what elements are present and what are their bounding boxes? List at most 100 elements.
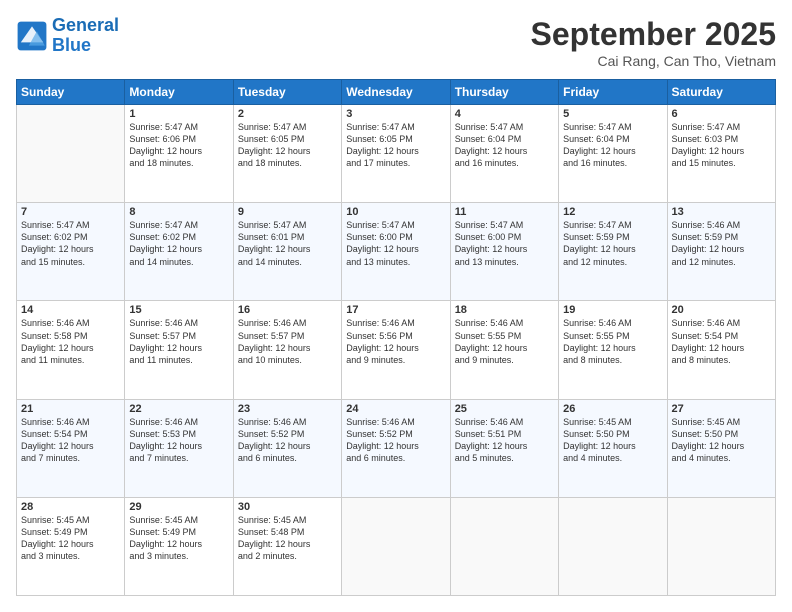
weekday-header-friday: Friday	[559, 80, 667, 105]
logo-general: General	[52, 15, 119, 35]
calendar-cell: 14Sunrise: 5:46 AMSunset: 5:58 PMDayligh…	[17, 301, 125, 399]
day-info: Sunrise: 5:46 AMSunset: 5:55 PMDaylight:…	[563, 317, 662, 366]
weekday-header-thursday: Thursday	[450, 80, 558, 105]
calendar-cell	[450, 497, 558, 595]
calendar-cell: 30Sunrise: 5:45 AMSunset: 5:48 PMDayligh…	[233, 497, 341, 595]
logo-text: General Blue	[52, 16, 119, 56]
day-number: 9	[238, 206, 337, 218]
day-number: 2	[238, 108, 337, 120]
day-info: Sunrise: 5:46 AMSunset: 5:57 PMDaylight:…	[129, 317, 228, 366]
day-number: 22	[129, 403, 228, 415]
day-info: Sunrise: 5:46 AMSunset: 5:59 PMDaylight:…	[672, 219, 771, 268]
day-number: 1	[129, 108, 228, 120]
day-info: Sunrise: 5:46 AMSunset: 5:53 PMDaylight:…	[129, 416, 228, 465]
logo-blue: Blue	[52, 35, 91, 55]
day-info: Sunrise: 5:46 AMSunset: 5:55 PMDaylight:…	[455, 317, 554, 366]
weekday-header-monday: Monday	[125, 80, 233, 105]
calendar-cell	[17, 105, 125, 203]
day-number: 8	[129, 206, 228, 218]
week-row-5: 28Sunrise: 5:45 AMSunset: 5:49 PMDayligh…	[17, 497, 776, 595]
day-number: 30	[238, 501, 337, 513]
calendar-cell: 15Sunrise: 5:46 AMSunset: 5:57 PMDayligh…	[125, 301, 233, 399]
day-info: Sunrise: 5:45 AMSunset: 5:48 PMDaylight:…	[238, 514, 337, 563]
day-number: 4	[455, 108, 554, 120]
calendar-cell: 28Sunrise: 5:45 AMSunset: 5:49 PMDayligh…	[17, 497, 125, 595]
month-title: September 2025	[531, 16, 776, 53]
day-info: Sunrise: 5:47 AMSunset: 6:05 PMDaylight:…	[238, 121, 337, 170]
calendar-cell: 9Sunrise: 5:47 AMSunset: 6:01 PMDaylight…	[233, 203, 341, 301]
day-number: 23	[238, 403, 337, 415]
header: General Blue September 2025 Cai Rang, Ca…	[16, 16, 776, 69]
day-number: 24	[346, 403, 445, 415]
day-info: Sunrise: 5:47 AMSunset: 6:00 PMDaylight:…	[346, 219, 445, 268]
day-info: Sunrise: 5:47 AMSunset: 6:04 PMDaylight:…	[455, 121, 554, 170]
calendar-cell: 20Sunrise: 5:46 AMSunset: 5:54 PMDayligh…	[667, 301, 775, 399]
location: Cai Rang, Can Tho, Vietnam	[531, 53, 776, 69]
day-number: 10	[346, 206, 445, 218]
day-info: Sunrise: 5:45 AMSunset: 5:49 PMDaylight:…	[129, 514, 228, 563]
day-number: 27	[672, 403, 771, 415]
page: General Blue September 2025 Cai Rang, Ca…	[0, 0, 792, 612]
week-row-3: 14Sunrise: 5:46 AMSunset: 5:58 PMDayligh…	[17, 301, 776, 399]
weekday-header-wednesday: Wednesday	[342, 80, 450, 105]
calendar-cell: 8Sunrise: 5:47 AMSunset: 6:02 PMDaylight…	[125, 203, 233, 301]
calendar-cell: 27Sunrise: 5:45 AMSunset: 5:50 PMDayligh…	[667, 399, 775, 497]
day-number: 13	[672, 206, 771, 218]
day-number: 18	[455, 304, 554, 316]
day-number: 20	[672, 304, 771, 316]
calendar-cell: 26Sunrise: 5:45 AMSunset: 5:50 PMDayligh…	[559, 399, 667, 497]
calendar-cell: 3Sunrise: 5:47 AMSunset: 6:05 PMDaylight…	[342, 105, 450, 203]
day-info: Sunrise: 5:47 AMSunset: 6:00 PMDaylight:…	[455, 219, 554, 268]
week-row-2: 7Sunrise: 5:47 AMSunset: 6:02 PMDaylight…	[17, 203, 776, 301]
day-info: Sunrise: 5:47 AMSunset: 6:02 PMDaylight:…	[21, 219, 120, 268]
calendar-cell: 17Sunrise: 5:46 AMSunset: 5:56 PMDayligh…	[342, 301, 450, 399]
day-info: Sunrise: 5:47 AMSunset: 6:03 PMDaylight:…	[672, 121, 771, 170]
day-info: Sunrise: 5:46 AMSunset: 5:56 PMDaylight:…	[346, 317, 445, 366]
calendar-cell	[559, 497, 667, 595]
day-info: Sunrise: 5:46 AMSunset: 5:58 PMDaylight:…	[21, 317, 120, 366]
weekday-header-sunday: Sunday	[17, 80, 125, 105]
calendar-table: SundayMondayTuesdayWednesdayThursdayFrid…	[16, 79, 776, 596]
calendar-cell: 13Sunrise: 5:46 AMSunset: 5:59 PMDayligh…	[667, 203, 775, 301]
day-number: 28	[21, 501, 120, 513]
calendar-cell: 19Sunrise: 5:46 AMSunset: 5:55 PMDayligh…	[559, 301, 667, 399]
calendar-cell: 1Sunrise: 5:47 AMSunset: 6:06 PMDaylight…	[125, 105, 233, 203]
day-info: Sunrise: 5:46 AMSunset: 5:57 PMDaylight:…	[238, 317, 337, 366]
calendar-cell: 5Sunrise: 5:47 AMSunset: 6:04 PMDaylight…	[559, 105, 667, 203]
day-number: 16	[238, 304, 337, 316]
day-number: 5	[563, 108, 662, 120]
day-number: 26	[563, 403, 662, 415]
calendar-cell: 16Sunrise: 5:46 AMSunset: 5:57 PMDayligh…	[233, 301, 341, 399]
day-info: Sunrise: 5:47 AMSunset: 5:59 PMDaylight:…	[563, 219, 662, 268]
day-info: Sunrise: 5:47 AMSunset: 6:06 PMDaylight:…	[129, 121, 228, 170]
day-number: 6	[672, 108, 771, 120]
day-info: Sunrise: 5:46 AMSunset: 5:52 PMDaylight:…	[238, 416, 337, 465]
day-number: 29	[129, 501, 228, 513]
week-row-1: 1Sunrise: 5:47 AMSunset: 6:06 PMDaylight…	[17, 105, 776, 203]
title-block: September 2025 Cai Rang, Can Tho, Vietna…	[531, 16, 776, 69]
calendar-cell: 2Sunrise: 5:47 AMSunset: 6:05 PMDaylight…	[233, 105, 341, 203]
calendar-cell: 18Sunrise: 5:46 AMSunset: 5:55 PMDayligh…	[450, 301, 558, 399]
day-info: Sunrise: 5:47 AMSunset: 6:05 PMDaylight:…	[346, 121, 445, 170]
calendar-cell: 25Sunrise: 5:46 AMSunset: 5:51 PMDayligh…	[450, 399, 558, 497]
weekday-header-row: SundayMondayTuesdayWednesdayThursdayFrid…	[17, 80, 776, 105]
day-number: 17	[346, 304, 445, 316]
day-info: Sunrise: 5:45 AMSunset: 5:49 PMDaylight:…	[21, 514, 120, 563]
calendar-cell: 11Sunrise: 5:47 AMSunset: 6:00 PMDayligh…	[450, 203, 558, 301]
logo-icon	[16, 20, 48, 52]
calendar-cell: 12Sunrise: 5:47 AMSunset: 5:59 PMDayligh…	[559, 203, 667, 301]
day-number: 11	[455, 206, 554, 218]
calendar-cell: 24Sunrise: 5:46 AMSunset: 5:52 PMDayligh…	[342, 399, 450, 497]
day-info: Sunrise: 5:47 AMSunset: 6:04 PMDaylight:…	[563, 121, 662, 170]
day-info: Sunrise: 5:47 AMSunset: 6:02 PMDaylight:…	[129, 219, 228, 268]
day-info: Sunrise: 5:47 AMSunset: 6:01 PMDaylight:…	[238, 219, 337, 268]
day-number: 19	[563, 304, 662, 316]
day-number: 3	[346, 108, 445, 120]
calendar-cell: 10Sunrise: 5:47 AMSunset: 6:00 PMDayligh…	[342, 203, 450, 301]
day-info: Sunrise: 5:45 AMSunset: 5:50 PMDaylight:…	[672, 416, 771, 465]
day-info: Sunrise: 5:46 AMSunset: 5:54 PMDaylight:…	[21, 416, 120, 465]
calendar-cell: 29Sunrise: 5:45 AMSunset: 5:49 PMDayligh…	[125, 497, 233, 595]
calendar-cell: 21Sunrise: 5:46 AMSunset: 5:54 PMDayligh…	[17, 399, 125, 497]
calendar-cell: 23Sunrise: 5:46 AMSunset: 5:52 PMDayligh…	[233, 399, 341, 497]
day-number: 25	[455, 403, 554, 415]
